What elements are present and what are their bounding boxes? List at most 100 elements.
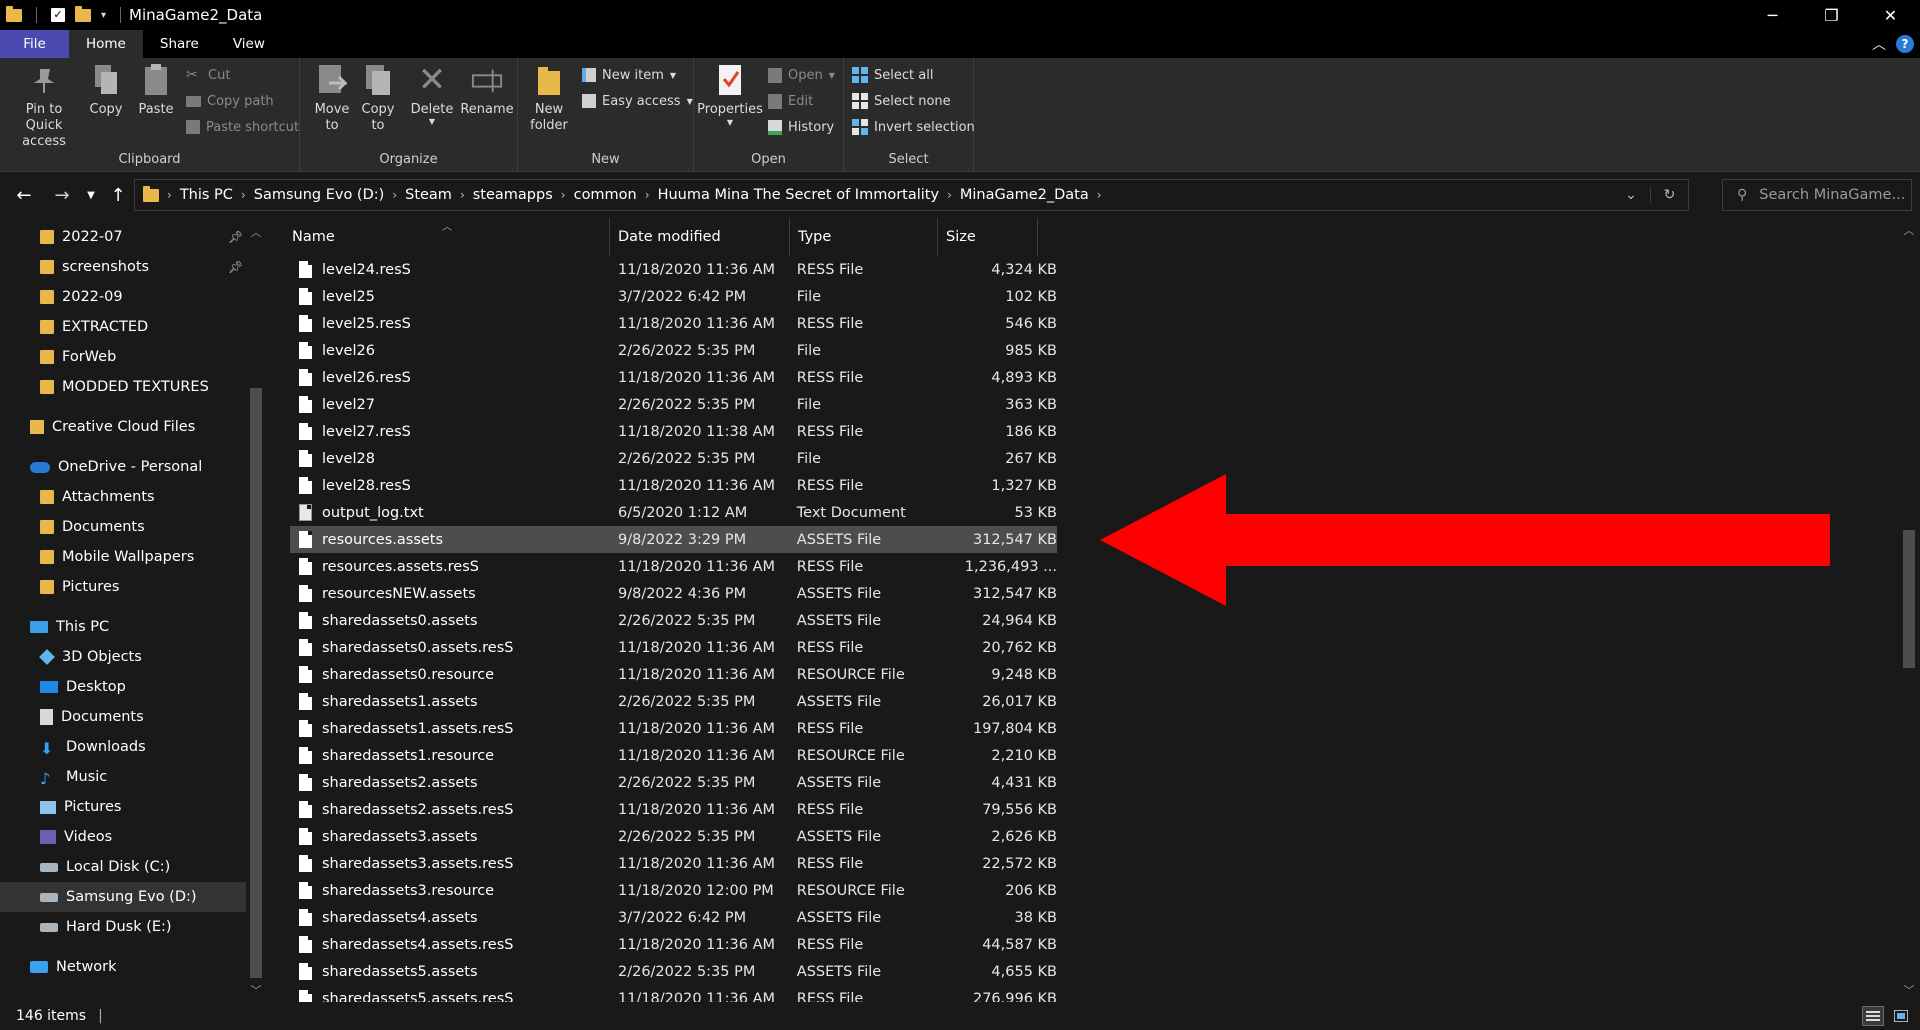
- nav-item-videos[interactable]: Videos: [0, 822, 246, 852]
- select-all-button[interactable]: Select all: [852, 64, 933, 86]
- nav-item-music[interactable]: ♪ Music: [0, 762, 246, 792]
- search-input[interactable]: ⚲ Search MinaGame...: [1722, 179, 1912, 211]
- file-row[interactable]: level24.resS 11/18/2020 11:36 AM RESS File…: [290, 256, 1057, 283]
- nav-item-onedrive[interactable]: OneDrive - Personal: [0, 452, 246, 482]
- scroll-down-arrow-icon[interactable]: ﹀: [247, 982, 265, 998]
- file-row[interactable]: sharedassets5.assets 2/26/2022 5:35 PM ASS…: [290, 958, 1057, 985]
- up-arrow-icon[interactable]: ↑: [104, 180, 132, 210]
- new-item-button[interactable]: New item ▼: [582, 64, 676, 86]
- nav-item-local-disk-c[interactable]: Local Disk (C:): [0, 852, 246, 882]
- properties-qat-icon[interactable]: ✓: [51, 8, 65, 22]
- file-row[interactable]: sharedassets5.assets.resS 11/18/2020 11:3…: [290, 985, 1057, 1002]
- new-folder-qat-icon[interactable]: [75, 5, 91, 22]
- breadcrumb-huuma-mina[interactable]: Huuma Mina The Secret of Immortality: [650, 187, 948, 203]
- pin-to-quick-access-button[interactable]: Pin to Quick access: [6, 62, 82, 150]
- help-icon[interactable]: ?: [1896, 35, 1914, 53]
- nav-item-forweb[interactable]: ForWeb: [0, 342, 246, 372]
- minimize-button[interactable]: ─: [1743, 0, 1802, 30]
- nav-pane-scrollbar[interactable]: ︿ ﹀: [247, 218, 265, 1002]
- nav-item-mobile-wallpapers[interactable]: Mobile Wallpapers: [0, 542, 246, 572]
- file-row[interactable]: sharedassets0.assets.resS 11/18/2020 11:3…: [290, 634, 1057, 661]
- nav-item-onedrive-documents[interactable]: Documents: [0, 512, 246, 542]
- address-history-chevron-icon[interactable]: ⌄: [1612, 187, 1650, 203]
- column-header-type[interactable]: Type: [790, 218, 938, 256]
- nav-item-screenshots[interactable]: screenshots 📌︎: [0, 252, 246, 282]
- file-row[interactable]: sharedassets3.resource 11/18/2020 12:00 P…: [290, 877, 1057, 904]
- file-row[interactable]: sharedassets0.resource 11/18/2020 11:36 A…: [290, 661, 1057, 688]
- history-button[interactable]: History: [768, 116, 834, 138]
- breadcrumb-chevron-icon[interactable]: ›: [1097, 188, 1102, 202]
- tab-share[interactable]: Share: [143, 30, 216, 58]
- move-to-button[interactable]: Move to: [312, 62, 352, 134]
- breadcrumb-steamapps[interactable]: steamapps: [465, 187, 561, 203]
- file-row[interactable]: sharedassets0.assets 2/26/2022 5:35 PM ASS…: [290, 607, 1057, 634]
- nav-item-documents[interactable]: Documents: [0, 702, 246, 732]
- file-row[interactable]: sharedassets2.assets 2/26/2022 5:35 PM ASS…: [290, 769, 1057, 796]
- breadcrumb-samsung-evo[interactable]: Samsung Evo (D:): [246, 187, 393, 203]
- cut-button[interactable]: ✂ Cut: [186, 64, 230, 86]
- file-row[interactable]: output_log.txt 6/5/2020 1:12 AM Text Docum…: [290, 499, 1057, 526]
- tab-home[interactable]: Home: [69, 30, 143, 58]
- nav-item-2022-07[interactable]: 2022-07 📌︎: [0, 222, 246, 252]
- nav-item-modded-textures[interactable]: MODDED TEXTURES: [0, 372, 246, 402]
- nav-item-samsung-evo-d[interactable]: Samsung Evo (D:): [0, 882, 246, 912]
- rename-button[interactable]: Rename: [460, 62, 514, 118]
- nav-item-network[interactable]: Network: [0, 952, 246, 982]
- file-row[interactable]: level26.resS 11/18/2020 11:36 AM RESS File…: [290, 364, 1057, 391]
- paste-shortcut-button[interactable]: Paste shortcut: [186, 116, 299, 138]
- file-row[interactable]: sharedassets3.assets.resS 11/18/2020 11:3…: [290, 850, 1057, 877]
- file-row[interactable]: level27.resS 11/18/2020 11:38 AM RESS File…: [290, 418, 1057, 445]
- customize-qat-chevron-icon[interactable]: ▾: [101, 10, 106, 21]
- column-header-name[interactable]: Name ︿: [270, 218, 610, 256]
- forward-arrow-icon[interactable]: →: [48, 180, 76, 210]
- back-arrow-icon[interactable]: ←: [10, 180, 38, 210]
- breadcrumb-minagame2-data[interactable]: MinaGame2_Data: [952, 187, 1097, 203]
- pin-icon[interactable]: 📌︎: [228, 260, 243, 274]
- nav-item-extracted[interactable]: EXTRACTED: [0, 312, 246, 342]
- nav-item-3d-objects[interactable]: 3D Objects: [0, 642, 246, 672]
- tab-file[interactable]: File: [0, 30, 69, 58]
- nav-item-pictures[interactable]: Pictures: [0, 792, 246, 822]
- edit-button[interactable]: Edit: [768, 90, 813, 112]
- close-button[interactable]: ✕: [1861, 0, 1920, 30]
- file-row[interactable]: level25.resS 11/18/2020 11:36 AM RESS File…: [290, 310, 1057, 337]
- details-view-icon[interactable]: [1862, 1006, 1884, 1026]
- column-header-date[interactable]: Date modified: [610, 218, 790, 256]
- nav-item-attachments[interactable]: Attachments: [0, 482, 246, 512]
- easy-access-button[interactable]: Easy access ▼: [582, 90, 693, 112]
- large-icons-view-icon[interactable]: [1890, 1006, 1912, 1026]
- nav-item-creative-cloud[interactable]: Creative Cloud Files: [0, 412, 246, 442]
- file-row[interactable]: resources.assets.resS 11/18/2020 11:36 AM…: [290, 553, 1057, 580]
- invert-selection-button[interactable]: Invert selection: [852, 116, 975, 138]
- copy-to-button[interactable]: Copy to: [358, 62, 398, 134]
- paste-button[interactable]: Paste: [136, 62, 176, 118]
- file-row[interactable]: resourcesNEW.assets 9/8/2022 4:36 PM ASSET…: [290, 580, 1057, 607]
- breadcrumb-steam[interactable]: Steam: [397, 187, 460, 203]
- file-row[interactable]: level28 2/26/2022 5:35 PM File 267 KB: [290, 445, 1057, 472]
- nav-item-downloads[interactable]: ⬇ Downloads: [0, 732, 246, 762]
- breadcrumb-common[interactable]: common: [566, 187, 645, 203]
- tab-view[interactable]: View: [216, 30, 282, 58]
- new-folder-button[interactable]: New folder: [526, 62, 572, 134]
- nav-item-onedrive-pictures[interactable]: Pictures: [0, 572, 246, 602]
- file-row[interactable]: resources.assets 9/8/2022 3:29 PM ASSETS F…: [290, 526, 1057, 553]
- breadcrumb-this-pc[interactable]: This PC: [172, 187, 241, 203]
- select-none-button[interactable]: Select none: [852, 90, 951, 112]
- address-bar[interactable]: › This PC › Samsung Evo (D:) › Steam › s…: [134, 179, 1689, 211]
- scroll-up-arrow-icon[interactable]: ︿: [1898, 222, 1920, 238]
- nav-item-hard-dusk-e[interactable]: Hard Dusk (E:): [0, 912, 246, 942]
- refresh-icon[interactable]: ↻: [1650, 187, 1688, 203]
- file-row[interactable]: level25 3/7/2022 6:42 PM File 102 KB: [290, 283, 1057, 310]
- scroll-up-arrow-icon[interactable]: ︿: [247, 224, 265, 240]
- maximize-button[interactable]: ❐: [1802, 0, 1861, 30]
- file-row[interactable]: sharedassets1.assets.resS 11/18/2020 11:3…: [290, 715, 1057, 742]
- nav-scrollbar-thumb[interactable]: [250, 388, 262, 978]
- file-row[interactable]: level28.resS 11/18/2020 11:36 AM RESS File…: [290, 472, 1057, 499]
- file-row[interactable]: sharedassets1.resource 11/18/2020 11:36 A…: [290, 742, 1057, 769]
- file-row[interactable]: sharedassets3.assets 2/26/2022 5:35 PM ASS…: [290, 823, 1057, 850]
- file-row[interactable]: sharedassets1.assets 2/26/2022 5:35 PM ASS…: [290, 688, 1057, 715]
- properties-button[interactable]: Properties ▼: [697, 62, 763, 128]
- nav-item-this-pc[interactable]: This PC: [0, 612, 246, 642]
- column-header-size[interactable]: Size: [938, 218, 1038, 256]
- copy-path-button[interactable]: Copy path: [186, 90, 274, 112]
